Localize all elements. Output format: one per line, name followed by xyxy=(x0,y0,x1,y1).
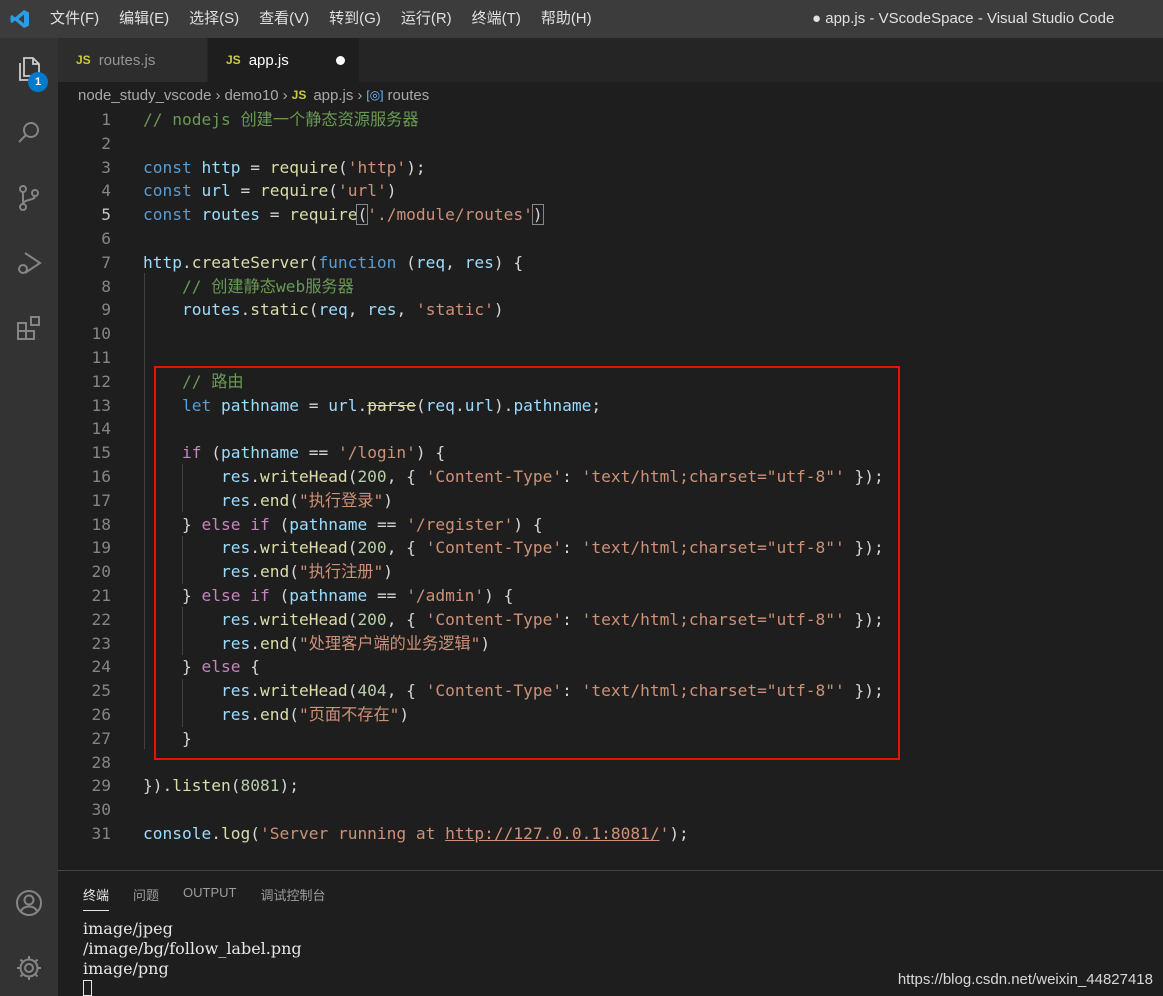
line-number: 5 xyxy=(101,205,111,225)
tab-app-js[interactable]: JS app.js xyxy=(208,38,360,82)
menu-go[interactable]: 转到(G) xyxy=(319,0,391,38)
code-line: 2 xyxy=(58,132,1163,156)
vscode-logo-icon xyxy=(0,0,40,38)
title-bar: 文件(F) 编辑(E) 选择(S) 查看(V) 转到(G) 运行(R) 终端(T… xyxy=(0,0,1163,38)
line-number: 16 xyxy=(91,467,112,486)
code-line: 30 xyxy=(58,798,1163,822)
line-number: 27 xyxy=(91,728,112,748)
line-number: 1 xyxy=(101,110,111,129)
line-number: 11 xyxy=(91,348,112,367)
menu-edit[interactable]: 编辑(E) xyxy=(109,0,179,38)
explorer-badge: 1 xyxy=(28,72,48,92)
line-number: 4 xyxy=(101,181,111,201)
line-number: 3 xyxy=(101,157,111,177)
search-icon[interactable] xyxy=(0,108,58,158)
line-number: 20 xyxy=(91,562,112,582)
line-number: 14 xyxy=(91,419,112,439)
menu-selection[interactable]: 选择(S) xyxy=(179,0,249,38)
menu-file[interactable]: 文件(F) xyxy=(40,0,109,38)
line-number: 24 xyxy=(91,657,112,677)
tab-output[interactable]: OUTPUT xyxy=(183,885,236,911)
variable-symbol-icon: [◎] xyxy=(366,88,384,102)
javascript-file-icon: JS xyxy=(291,88,307,102)
extensions-icon[interactable] xyxy=(0,303,58,353)
line-number: 12 xyxy=(91,371,112,391)
line-number: 25 xyxy=(91,681,112,701)
line-number: 7 xyxy=(101,252,111,272)
run-debug-icon[interactable] xyxy=(0,238,58,288)
line-number: 26 xyxy=(91,705,112,724)
line-number: 23 xyxy=(91,633,112,653)
line-number: 30 xyxy=(91,800,112,820)
menu-help[interactable]: 帮助(H) xyxy=(531,0,602,38)
menu-run[interactable]: 运行(R) xyxy=(391,0,462,38)
line-number: 9 xyxy=(101,300,111,320)
code-line: 7 http.createServer(function (req, res) { xyxy=(58,251,1163,275)
line-number: 8 xyxy=(101,276,111,296)
tab-debug-console[interactable]: 调试控制台 xyxy=(260,885,325,911)
terminal-line: image/jpeg xyxy=(83,919,173,938)
code-line: 8 // 创建静态web服务器 xyxy=(58,275,1163,299)
code-line: 5 const routes = require('./module/routes… xyxy=(58,203,1163,227)
tab-terminal[interactable]: 终端 xyxy=(83,885,110,911)
code-line: 10 xyxy=(58,322,1163,346)
terminal-cursor xyxy=(83,980,92,996)
tab-label: routes.js xyxy=(98,51,156,69)
line-number: 13 xyxy=(91,395,112,415)
terminal-line xyxy=(83,979,302,996)
unsaved-dot-icon[interactable] xyxy=(336,55,345,65)
tab-problems[interactable]: 问题 xyxy=(133,885,159,911)
javascript-file-icon: JS xyxy=(226,53,241,67)
terminal-line: /image/bg/follow_label.png xyxy=(83,939,302,958)
editor-tab-bar: JS routes.js JS app.js xyxy=(58,38,1163,82)
highlight-box xyxy=(154,366,900,760)
javascript-file-icon: JS xyxy=(76,53,91,67)
line-number: 6 xyxy=(101,229,111,248)
menu-terminal[interactable]: 终端(T) xyxy=(462,0,531,38)
explorer-icon[interactable]: 1 xyxy=(0,44,58,94)
code-line: 31 console.log('Server running at http://… xyxy=(58,822,1163,846)
line-number: 19 xyxy=(91,538,112,558)
chevron-right-icon: › xyxy=(282,86,288,104)
line-number: 29 xyxy=(91,776,112,796)
watermark: https://blog.csdn.net/weixin_44827418 xyxy=(897,971,1153,988)
code-line: 9 routes.static(req, res, 'static') xyxy=(58,298,1163,322)
chevron-right-icon: › xyxy=(215,86,221,104)
line-number: 22 xyxy=(91,609,112,629)
breadcrumb-symbol[interactable]: routes xyxy=(388,87,430,104)
line-number: 10 xyxy=(91,324,112,344)
line-number: 17 xyxy=(91,490,112,510)
bottom-panel: 终端 问题 OUTPUT 调试控制台 image/jpeg /image/bg/… xyxy=(58,870,1163,996)
line-number: 18 xyxy=(91,514,112,534)
window-title: ● app.js - VScodeSpace - Visual Studio C… xyxy=(812,10,1115,27)
breadcrumb-folder[interactable]: node_study_vscode xyxy=(78,87,211,104)
line-number: 15 xyxy=(91,443,112,463)
chevron-right-icon: › xyxy=(357,86,363,104)
code-editor[interactable]: 1// nodejs 创建一个静态资源服务器 2 3 const http = r… xyxy=(58,108,1163,870)
breadcrumb-file[interactable]: app.js xyxy=(313,87,353,104)
code-line: 3 const http = require('http'); xyxy=(58,156,1163,180)
terminal-line: image/png xyxy=(83,959,169,978)
line-number: 31 xyxy=(91,824,112,843)
menu-bar: 文件(F) 编辑(E) 选择(S) 查看(V) 转到(G) 运行(R) 终端(T… xyxy=(40,0,602,38)
code-line: 1// nodejs 创建一个静态资源服务器 xyxy=(58,108,1163,132)
activity-bar: 1 xyxy=(0,38,58,996)
code-line: 6 xyxy=(58,227,1163,251)
terminal-output[interactable]: image/jpeg /image/bg/follow_label.png im… xyxy=(83,919,302,996)
line-number: 21 xyxy=(91,586,112,605)
settings-gear-icon[interactable] xyxy=(0,943,58,993)
tab-routes-js[interactable]: JS routes.js xyxy=(58,38,208,82)
account-icon[interactable] xyxy=(0,878,58,928)
breadcrumb: node_study_vscode › demo10 › JS app.js ›… xyxy=(58,82,1163,108)
code-line: 29}).listen(8081); xyxy=(58,774,1163,798)
line-number: 28 xyxy=(91,752,112,772)
breadcrumb-subfolder[interactable]: demo10 xyxy=(224,87,278,104)
line-number: 2 xyxy=(101,133,111,153)
code-line: 4 const url = require('url') xyxy=(58,179,1163,203)
tab-label: app.js xyxy=(248,51,289,69)
panel-tabs: 终端 问题 OUTPUT 调试控制台 xyxy=(83,885,350,911)
source-control-icon[interactable] xyxy=(0,173,58,223)
menu-view[interactable]: 查看(V) xyxy=(249,0,319,38)
